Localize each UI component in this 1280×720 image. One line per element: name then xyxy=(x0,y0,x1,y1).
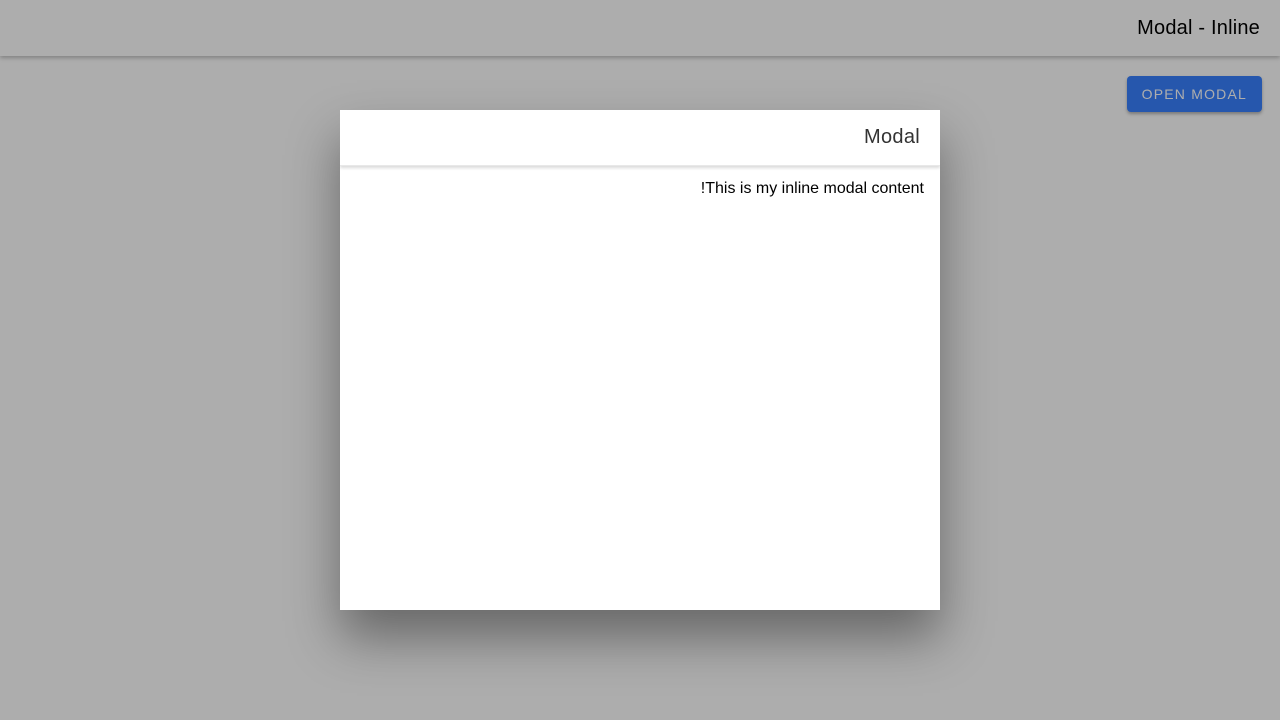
modal-content-text: This is my inline modal content! xyxy=(700,180,924,197)
modal-title: Modal xyxy=(864,126,920,148)
modal-body: This is my inline modal content! xyxy=(340,166,940,212)
app-root: Modal - Inline Open Modal Modal This is … xyxy=(0,0,1280,720)
modal-dialog: Modal This is my inline modal content! xyxy=(340,110,940,610)
modal-header: Modal xyxy=(340,110,940,166)
